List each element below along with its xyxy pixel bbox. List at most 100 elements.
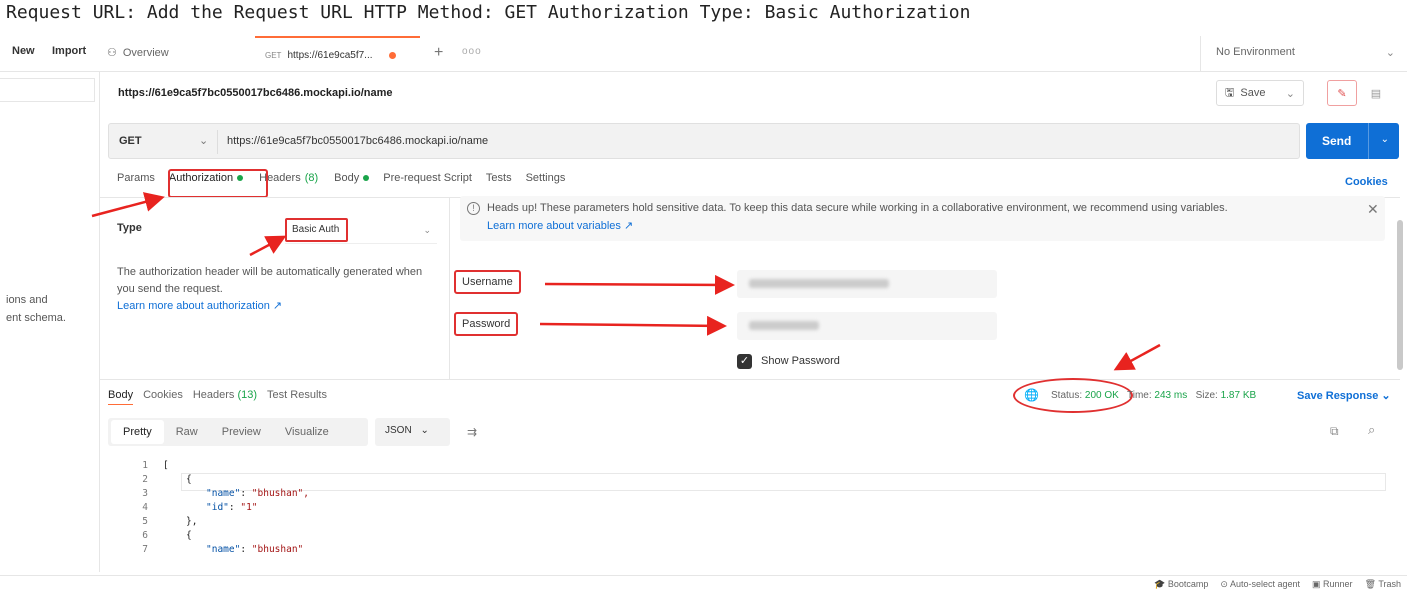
code-text: "id": "1" xyxy=(206,502,258,513)
tab-response-body[interactable]: Body xyxy=(108,389,134,405)
line-number: 6 xyxy=(142,530,148,541)
auto-select-agent[interactable]: ⊙ Auto-select agent xyxy=(1220,579,1300,590)
password-field[interactable] xyxy=(737,312,997,340)
format-pretty[interactable]: Pretty xyxy=(111,420,164,444)
close-icon[interactable]: ✕ xyxy=(1367,201,1379,218)
divider xyxy=(217,130,218,154)
new-tab-plus-icon[interactable]: + xyxy=(434,44,443,62)
line-number: 1 xyxy=(142,460,148,471)
format-visualize[interactable]: Visualize xyxy=(273,420,341,444)
annotation-arrow xyxy=(1113,343,1161,371)
save-button[interactable]: 🖫 Save ⌄ xyxy=(1216,80,1304,106)
tab-request[interactable]: GET https://61e9ca5f7... xyxy=(255,36,420,72)
tutorial-caption: Request URL: Add the Request URL HTTP Me… xyxy=(6,2,971,23)
method-select[interactable]: GET xyxy=(119,135,142,147)
save-icon: 🖫 xyxy=(1225,86,1235,99)
json-value: "1" xyxy=(234,502,258,513)
response-headers-count: (13) xyxy=(237,389,258,401)
pencil-icon: ✎ xyxy=(1337,87,1347,100)
response-meta: Status: 200 OK Time: 243 ms Size: 1.87 K… xyxy=(1051,390,1256,401)
tab-test-results[interactable]: Test Results xyxy=(267,389,327,405)
tab-response-headers-label: Headers xyxy=(192,389,235,401)
show-password-checkbox[interactable]: ✓ xyxy=(737,354,752,369)
overview-icon: ⚇ xyxy=(107,47,117,59)
trash-link[interactable]: 🗑 Trash xyxy=(1365,579,1401,590)
chevron-down-icon: ⌄ xyxy=(1385,47,1395,59)
format-preview[interactable]: Preview xyxy=(210,420,273,444)
new-button[interactable]: New xyxy=(12,45,35,57)
documentation-button[interactable]: ▤ xyxy=(1362,80,1390,106)
annotation-arrow xyxy=(544,274,735,295)
auth-description-text: The authorization header will be automat… xyxy=(117,266,423,295)
tab-overview-label: Overview xyxy=(122,46,169,59)
auth-type-select[interactable]: Basic Auth ⌄ xyxy=(285,218,437,244)
password-label: Password xyxy=(454,312,519,336)
headers-count: (8) xyxy=(304,172,319,184)
url-input[interactable]: https://61e9ca5f7bc0550017bc6486.mockapi… xyxy=(227,135,488,147)
code-text: "name": "bhushan", xyxy=(206,488,309,499)
more-tabs-icon[interactable]: ooo xyxy=(462,46,482,57)
tab-pre-request-script[interactable]: Pre-request Script xyxy=(383,172,472,184)
request-title[interactable]: https://61e9ca5f7bc0550017bc6486.mockapi… xyxy=(118,87,393,99)
learn-more-authorization-link[interactable]: Learn more about authorization ↗ xyxy=(117,300,282,312)
tab-response-headers[interactable]: Headers (13) xyxy=(193,389,257,405)
tab-params[interactable]: Params xyxy=(117,172,155,184)
tab-body[interactable]: Body xyxy=(334,172,370,184)
sensitive-data-notice: ! Heads up! These parameters hold sensit… xyxy=(460,196,1385,241)
sidebar-partial-text: ions and ent schema. xyxy=(6,291,66,327)
blurred-value xyxy=(749,321,819,330)
format-raw[interactable]: Raw xyxy=(164,420,210,444)
auto-select-label: Auto-select agent xyxy=(1229,579,1301,589)
unsaved-dot-icon xyxy=(388,51,396,59)
learn-more-variables-link[interactable]: Learn more about variables ↗ xyxy=(487,219,633,232)
sidebar: ions and ent schema. xyxy=(0,72,100,572)
blurred-value xyxy=(749,279,889,288)
chevron-down-icon[interactable]: ⌄ xyxy=(199,134,208,147)
scrollbar[interactable] xyxy=(1397,220,1403,370)
line-number: 3 xyxy=(142,488,148,499)
send-label: Send xyxy=(1322,134,1352,148)
code-text: }, xyxy=(186,516,198,527)
tab-tests[interactable]: Tests xyxy=(486,172,512,184)
search-icon[interactable]: ⌕ xyxy=(1368,422,1375,438)
code-text: [ xyxy=(163,460,169,471)
save-response-button[interactable]: Save Response ⌄ xyxy=(1297,389,1391,402)
wrap-lines-icon[interactable]: ⇉ xyxy=(460,421,484,443)
cookies-link[interactable]: Cookies xyxy=(1345,176,1388,188)
tab-request-label: https://61e9ca5f7... xyxy=(287,49,373,61)
info-icon: ! xyxy=(467,202,480,215)
save-response-label: Save Response xyxy=(1297,390,1379,402)
response-tabs: Body Cookies Headers (13) Test Results xyxy=(108,389,337,405)
tab-overview[interactable]: ⚇ Overview xyxy=(107,46,169,60)
send-button[interactable]: Send ⌄ xyxy=(1306,123,1399,159)
runner-link[interactable]: ▣ Runner xyxy=(1312,579,1353,590)
annotation-arrow xyxy=(539,315,727,336)
sidebar-text-line: ent schema. xyxy=(6,312,66,324)
runner-label: Runner xyxy=(1323,579,1353,589)
divider xyxy=(1368,123,1369,159)
status-value[interactable]: 200 OK xyxy=(1085,390,1119,401)
url-bar: GET ⌄ https://61e9ca5f7bc0550017bc6486.m… xyxy=(108,123,1300,159)
environment-select[interactable]: No Environment ⌄ xyxy=(1200,36,1407,72)
tab-settings[interactable]: Settings xyxy=(526,172,566,184)
size-value[interactable]: 1.87 KB xyxy=(1221,390,1257,401)
environment-label: No Environment xyxy=(1216,46,1295,58)
copy-icon[interactable]: ⧉ xyxy=(1330,424,1339,439)
chevron-down-icon[interactable]: ⌄ xyxy=(1381,134,1389,145)
sidebar-text-line: ions and xyxy=(6,294,48,306)
username-field[interactable] xyxy=(737,270,997,298)
size-label: Size: xyxy=(1195,390,1218,401)
import-button[interactable]: Import xyxy=(52,45,86,57)
status-bar: 🎓 Bootcamp ⊙ Auto-select agent ▣ Runner … xyxy=(0,575,1407,591)
line-number: 2 xyxy=(142,474,148,485)
json-value: "bhushan", xyxy=(246,488,309,499)
language-select[interactable]: JSON ⌄ xyxy=(375,418,450,446)
chevron-down-icon: ⌄ xyxy=(1285,87,1295,100)
code-text: { xyxy=(186,474,192,485)
response-code-editor[interactable]: 1 [2 {3 "name": "bhushan", 4 "id": "1" 5}, 6 {7 "… xyxy=(108,458,1388,574)
bootcamp-link[interactable]: 🎓 Bootcamp xyxy=(1154,579,1208,590)
time-value[interactable]: 243 ms xyxy=(1154,390,1187,401)
edit-pencil-button[interactable]: ✎ xyxy=(1327,80,1357,106)
sidebar-search-input[interactable] xyxy=(0,78,95,102)
tab-response-cookies[interactable]: Cookies xyxy=(143,389,183,405)
